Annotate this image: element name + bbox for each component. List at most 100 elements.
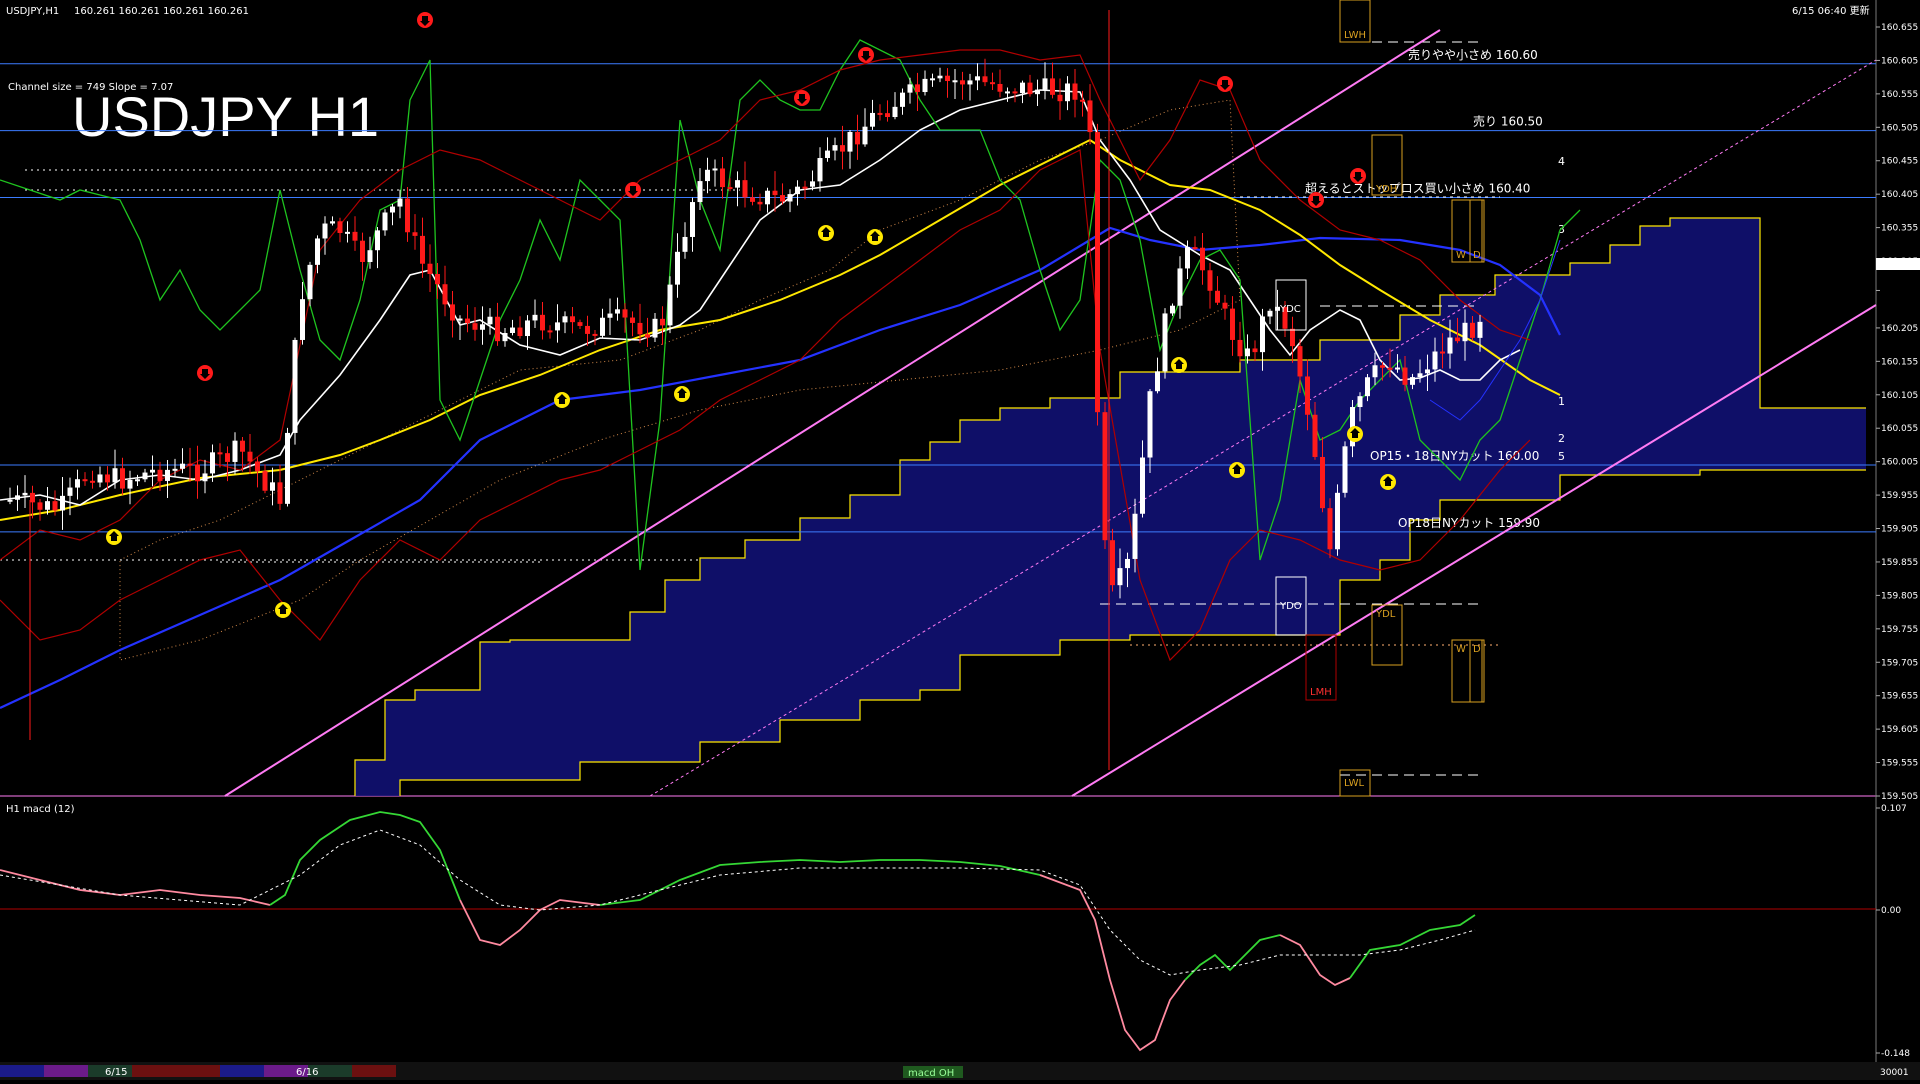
candle-body bbox=[330, 221, 335, 224]
candle-body bbox=[765, 190, 770, 205]
candle-body bbox=[1170, 305, 1175, 314]
d-top-label: D bbox=[1473, 250, 1481, 261]
candle-body bbox=[165, 469, 170, 481]
candle-body bbox=[345, 231, 350, 234]
axis-tick-label-21: 159.605 bbox=[1881, 725, 1918, 735]
candle-body bbox=[570, 316, 575, 323]
d-bot-label: D bbox=[1473, 644, 1481, 655]
candle-body bbox=[577, 322, 583, 326]
axis-tick-label-15: 159.905 bbox=[1881, 525, 1918, 535]
candle-body bbox=[562, 316, 568, 323]
candle-body bbox=[892, 106, 898, 118]
candle-body bbox=[592, 333, 598, 336]
chart-title: USDJPY H1 bbox=[72, 85, 379, 148]
candle-body bbox=[870, 112, 875, 127]
candle-body bbox=[705, 169, 710, 182]
candle-body bbox=[1110, 540, 1115, 586]
candle-body bbox=[195, 464, 200, 482]
candle-body bbox=[1440, 351, 1445, 354]
candle-body bbox=[435, 274, 440, 285]
candle-body bbox=[420, 235, 425, 264]
candle-body bbox=[840, 145, 845, 152]
candle-body bbox=[1320, 456, 1325, 509]
candle-body bbox=[1432, 351, 1438, 370]
candle-body bbox=[7, 499, 13, 502]
axis-tick-label-18: 159.755 bbox=[1881, 625, 1918, 635]
candle-body bbox=[555, 322, 560, 331]
candle-body bbox=[442, 284, 448, 305]
candle-body bbox=[1417, 373, 1423, 378]
candle-body bbox=[1477, 321, 1483, 338]
candle-body bbox=[82, 479, 88, 482]
candle-body bbox=[540, 314, 545, 331]
lwl-label: LWL bbox=[1344, 778, 1365, 789]
candle-body bbox=[37, 502, 43, 510]
ydh-label: YDH bbox=[1375, 184, 1397, 195]
w-top-label: W bbox=[1456, 250, 1466, 261]
candle-body bbox=[855, 132, 860, 145]
candle-body bbox=[720, 168, 725, 188]
candle-body bbox=[22, 492, 28, 496]
candle-body bbox=[450, 304, 455, 321]
candle-body bbox=[75, 479, 80, 488]
candle-body bbox=[352, 231, 358, 241]
candle-body bbox=[1057, 94, 1063, 102]
level-label-0: 売りやや小さめ 160.60 bbox=[1408, 47, 1538, 62]
candle-body bbox=[1395, 367, 1400, 370]
candle-body bbox=[255, 461, 260, 472]
axis-tick-label-3: 160.505 bbox=[1881, 123, 1918, 133]
candle-body bbox=[1095, 132, 1100, 413]
candle-body bbox=[202, 473, 208, 482]
candle-body bbox=[112, 468, 118, 483]
date-label-2: 6/16 bbox=[296, 1067, 318, 1078]
candle-body bbox=[60, 495, 65, 511]
candle-body bbox=[907, 84, 913, 93]
candle-body bbox=[1065, 83, 1070, 102]
candle-body bbox=[682, 236, 688, 252]
candle-body bbox=[727, 187, 733, 190]
candle-body bbox=[735, 180, 740, 188]
level-label-2: 超えるとストップロス買い小さめ 160.40 bbox=[1305, 181, 1530, 196]
bottom-strip-svg: 6/15 6/16 macd OH 30001 bbox=[0, 1065, 1909, 1079]
candle-body bbox=[1455, 337, 1460, 342]
candle-body bbox=[937, 75, 943, 79]
candle-body bbox=[127, 479, 133, 489]
candle-body bbox=[960, 80, 965, 85]
candle-body bbox=[472, 323, 478, 330]
candle-body bbox=[1410, 377, 1415, 385]
candle-body bbox=[480, 324, 485, 330]
candle-body bbox=[1237, 339, 1243, 357]
candle-body bbox=[1140, 457, 1145, 514]
candle-body bbox=[322, 223, 328, 239]
candle-body bbox=[397, 198, 403, 207]
candle-body bbox=[1380, 365, 1385, 368]
ydc-label: YDC bbox=[1279, 304, 1301, 315]
axis-tick-label-10: 160.155 bbox=[1881, 357, 1918, 367]
candle-body bbox=[1387, 367, 1393, 370]
candle-body bbox=[1447, 337, 1453, 354]
price-chart[interactable]: USDJPY,H1 160.261 160.261 160.261 160.26… bbox=[0, 0, 1920, 1080]
candle-body bbox=[52, 501, 58, 511]
axis-tick-label-9: 160.205 bbox=[1881, 324, 1918, 334]
candle-body bbox=[1155, 371, 1160, 392]
candle-body bbox=[585, 325, 590, 334]
candle-body bbox=[465, 318, 470, 324]
candle-body bbox=[1230, 308, 1235, 340]
macd-axis-label-2: -0.148 bbox=[1881, 1049, 1910, 1059]
candle-body bbox=[1020, 82, 1025, 94]
candle-body bbox=[285, 432, 290, 504]
candle-body bbox=[150, 469, 155, 473]
axis-tick-label-14: 159.955 bbox=[1881, 491, 1918, 501]
candle-body bbox=[825, 150, 830, 159]
candle-body bbox=[1185, 247, 1190, 269]
current-price-box bbox=[1876, 258, 1920, 270]
candle-body bbox=[982, 76, 988, 83]
candle-body bbox=[270, 482, 275, 491]
candle-body bbox=[1297, 346, 1303, 377]
candle-body bbox=[1192, 247, 1198, 250]
candle-body bbox=[487, 316, 493, 325]
candle-body bbox=[1425, 369, 1430, 374]
candle-body bbox=[187, 463, 193, 466]
candle-body bbox=[1005, 91, 1010, 94]
candle-body bbox=[142, 472, 148, 480]
